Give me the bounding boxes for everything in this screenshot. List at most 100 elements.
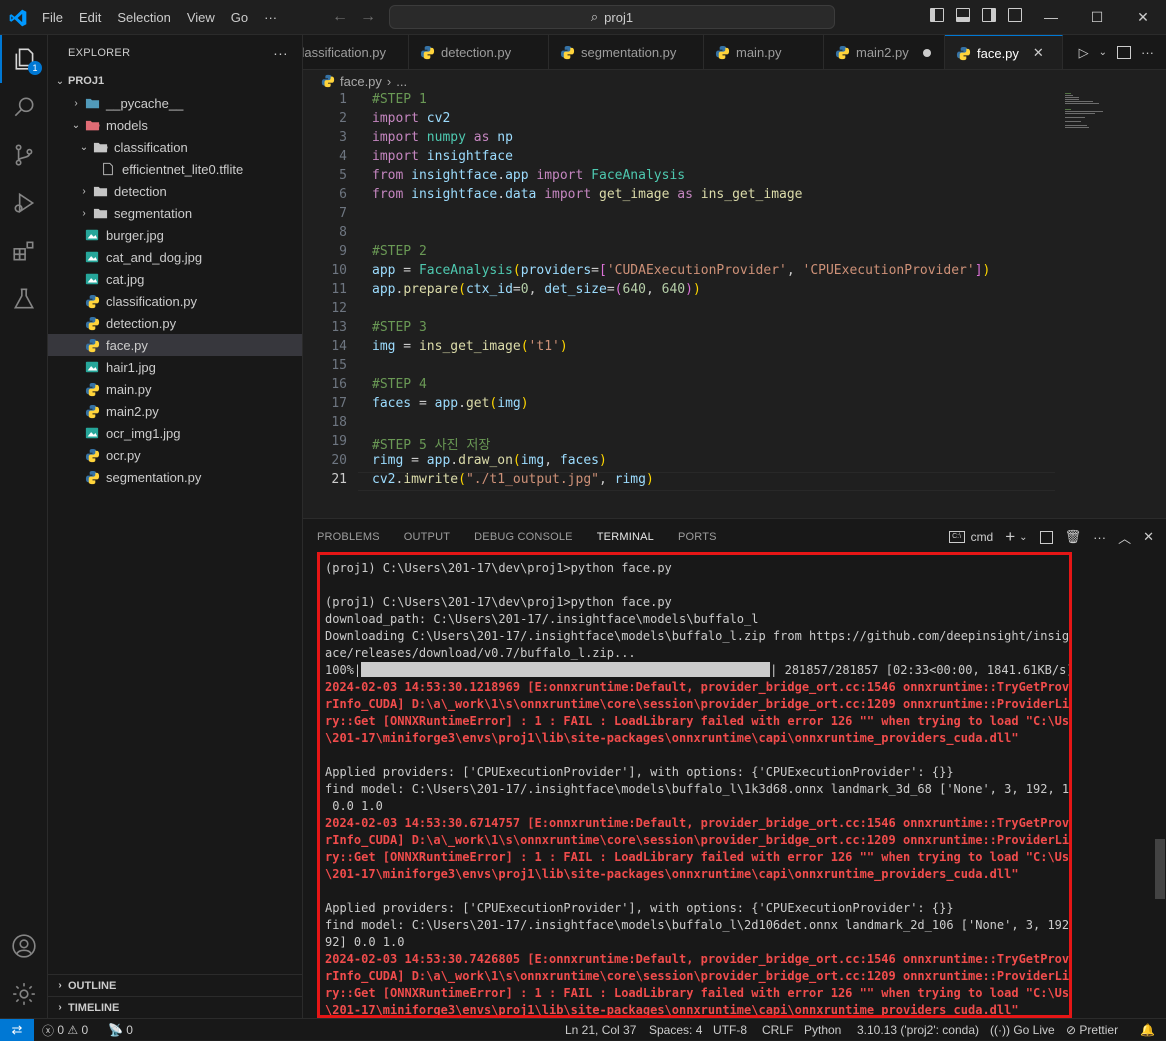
new-terminal-icon[interactable]: + <box>1005 527 1015 547</box>
run-icon[interactable]: ▷ <box>1079 45 1089 61</box>
panel-tab-output[interactable]: OUTPUT <box>404 519 450 555</box>
folder-item[interactable]: › detection <box>48 180 302 202</box>
menu-item-selection[interactable]: Selection <box>109 10 178 25</box>
panel-tab-ports[interactable]: PORTS <box>678 519 717 555</box>
unsaved-dot-icon[interactable] <box>922 48 931 57</box>
tab-detection[interactable]: detection.py <box>409 35 549 69</box>
timeline-section[interactable]: › TIMELINE <box>48 996 303 1018</box>
run-debug-activity[interactable] <box>0 179 48 227</box>
file-item[interactable]: face.py <box>48 334 302 356</box>
tab-main[interactable]: main.py <box>704 35 824 69</box>
close-panel-icon[interactable]: ✕ <box>1143 529 1154 545</box>
file-item[interactable]: detection.py <box>48 312 302 334</box>
close-tab-icon[interactable]: ✕ <box>1033 45 1044 61</box>
tab-face[interactable]: face.py ✕ <box>945 35 1063 69</box>
code-line[interactable]: #STEP 1 <box>372 92 427 107</box>
minimize-icon[interactable]: — <box>1028 0 1074 35</box>
file-item[interactable]: hair1.jpg <box>48 356 302 378</box>
code-line[interactable]: rimg = app.draw_on(img, faces) <box>372 453 607 468</box>
code-line[interactable]: #STEP 2 <box>372 244 427 259</box>
code-line[interactable]: from insightface.data import get_image a… <box>372 187 803 202</box>
breadcrumb-symbols[interactable]: ... <box>396 74 407 89</box>
code-line[interactable]: img = ins_get_image('t1') <box>372 339 568 354</box>
cursor-position[interactable]: Ln 21, Col 37 <box>565 1019 636 1041</box>
file-item[interactable]: burger.jpg <box>48 224 302 246</box>
menu-more[interactable]: ··· <box>256 10 285 25</box>
code-line[interactable]: cv2.imwrite("./t1_output.jpg", rimg) <box>372 472 654 487</box>
search-activity[interactable] <box>0 83 48 131</box>
explorer-more-button[interactable]: ··· <box>273 45 288 61</box>
terminal-shell-label[interactable]: cmd <box>971 530 994 544</box>
encoding-status[interactable]: UTF-8 <box>713 1019 747 1041</box>
more-actions-icon[interactable]: ··· <box>1141 45 1154 60</box>
code-line[interactable]: app = FaceAnalysis(providers=['CUDAExecu… <box>372 263 990 278</box>
toggle-panel-icon[interactable] <box>956 8 970 22</box>
panel-tab-debug-console[interactable]: DEBUG CONSOLE <box>474 519 573 555</box>
accounts-activity[interactable] <box>0 922 48 970</box>
terminal-output[interactable]: (proj1) C:\Users\201-17\dev\proj1>python… <box>317 552 1072 1018</box>
trash-icon[interactable]: 🗑 <box>1065 529 1082 545</box>
source-control-activity[interactable] <box>0 131 48 179</box>
menu-item-view[interactable]: View <box>179 10 223 25</box>
more-actions-icon[interactable]: ··· <box>1093 530 1106 545</box>
file-item[interactable]: segmentation.py <box>48 466 302 488</box>
customize-layout-icon[interactable] <box>1008 8 1022 22</box>
code-editor[interactable]: 1 #STEP 1 2 import cv2 3 import numpy as np 4 i… <box>303 92 1166 518</box>
code-line[interactable]: app.prepare(ctx_id=0, det_size=(640, 640… <box>372 282 701 297</box>
testing-activity[interactable] <box>0 275 48 323</box>
terminal-scrollbar[interactable] <box>1155 839 1165 899</box>
chevron-down-icon[interactable]: ⌄ <box>1099 47 1107 58</box>
problems-status[interactable]: ⓧ 0 ⚠ 0 <box>42 1019 88 1041</box>
command-center[interactable]: ⌕ proj1 <box>389 5 835 29</box>
notifications-icon[interactable]: 🔔 <box>1140 1019 1155 1041</box>
file-item[interactable]: ocr_img1.jpg <box>48 422 302 444</box>
minimap[interactable] <box>1063 92 1103 142</box>
code-line[interactable]: import cv2 <box>372 111 450 126</box>
file-item[interactable]: ocr.py <box>48 444 302 466</box>
maximize-icon[interactable]: ☐ <box>1074 0 1120 35</box>
eol-status[interactable]: CRLF <box>762 1019 793 1041</box>
indentation-status[interactable]: Spaces: 4 <box>649 1019 702 1041</box>
back-arrow-icon[interactable]: ← <box>332 8 348 26</box>
file-item[interactable]: classification.py <box>48 290 302 312</box>
panel-tab-terminal[interactable]: TERMINAL <box>596 519 654 555</box>
panel-tab-problems[interactable]: PROBLEMS <box>317 519 380 555</box>
file-item[interactable]: cat_and_dog.jpg <box>48 246 302 268</box>
folder-item[interactable]: ⌄ models <box>48 114 302 136</box>
extensions-activity[interactable] <box>0 227 48 275</box>
code-line[interactable]: import numpy as np <box>372 130 513 145</box>
toggle-sidebar-icon[interactable] <box>930 8 944 22</box>
folder-item[interactable]: › __pycache__ <box>48 92 302 114</box>
maximize-panel-icon[interactable]: ︿ <box>1118 528 1131 547</box>
chevron-down-icon[interactable]: ⌄ <box>1019 532 1027 543</box>
project-root[interactable]: ⌄ PROJ1 <box>48 70 302 92</box>
folder-item[interactable]: › segmentation <box>48 202 302 224</box>
code-line[interactable]: import insightface <box>372 149 513 164</box>
go-live-button[interactable]: ((·)) Go Live <box>990 1019 1055 1041</box>
code-line[interactable]: faces = app.get(img) <box>372 396 529 411</box>
split-terminal-icon[interactable] <box>1039 530 1053 544</box>
file-item[interactable]: efficientnet_lite0.tflite <box>48 158 302 180</box>
code-line[interactable]: #STEP 4 <box>372 377 427 392</box>
manage-activity[interactable] <box>0 970 48 1018</box>
tab-main2[interactable]: main2.py <box>824 35 945 69</box>
toggle-secondary-sidebar-icon[interactable] <box>982 8 996 22</box>
outline-section[interactable]: › OUTLINE <box>48 974 303 996</box>
folder-item[interactable]: ⌄ classification <box>48 136 302 158</box>
file-item[interactable]: cat.jpg <box>48 268 302 290</box>
prettier-status[interactable]: ⊘ Prettier <box>1066 1019 1118 1041</box>
tab-segmentation[interactable]: segmentation.py <box>549 35 704 69</box>
file-item[interactable]: main2.py <box>48 400 302 422</box>
code-line[interactable]: #STEP 3 <box>372 320 427 335</box>
breadcrumb-file[interactable]: face.py <box>340 74 382 89</box>
menu-item-edit[interactable]: Edit <box>71 10 109 25</box>
explorer-activity[interactable]: 1 <box>0 35 48 83</box>
tab-classification[interactable]: classification.py <box>303 35 409 69</box>
language-status[interactable]: Python <box>804 1019 841 1041</box>
code-line[interactable]: from insightface.app import FaceAnalysis <box>372 168 685 183</box>
code-line[interactable]: #STEP 5 사진 저장 <box>372 434 490 453</box>
menu-item-go[interactable]: Go <box>223 10 256 25</box>
ports-status[interactable]: 📡 0 <box>108 1019 133 1041</box>
file-item[interactable]: main.py <box>48 378 302 400</box>
interpreter-status[interactable]: 3.10.13 ('proj2': conda) <box>857 1019 979 1041</box>
